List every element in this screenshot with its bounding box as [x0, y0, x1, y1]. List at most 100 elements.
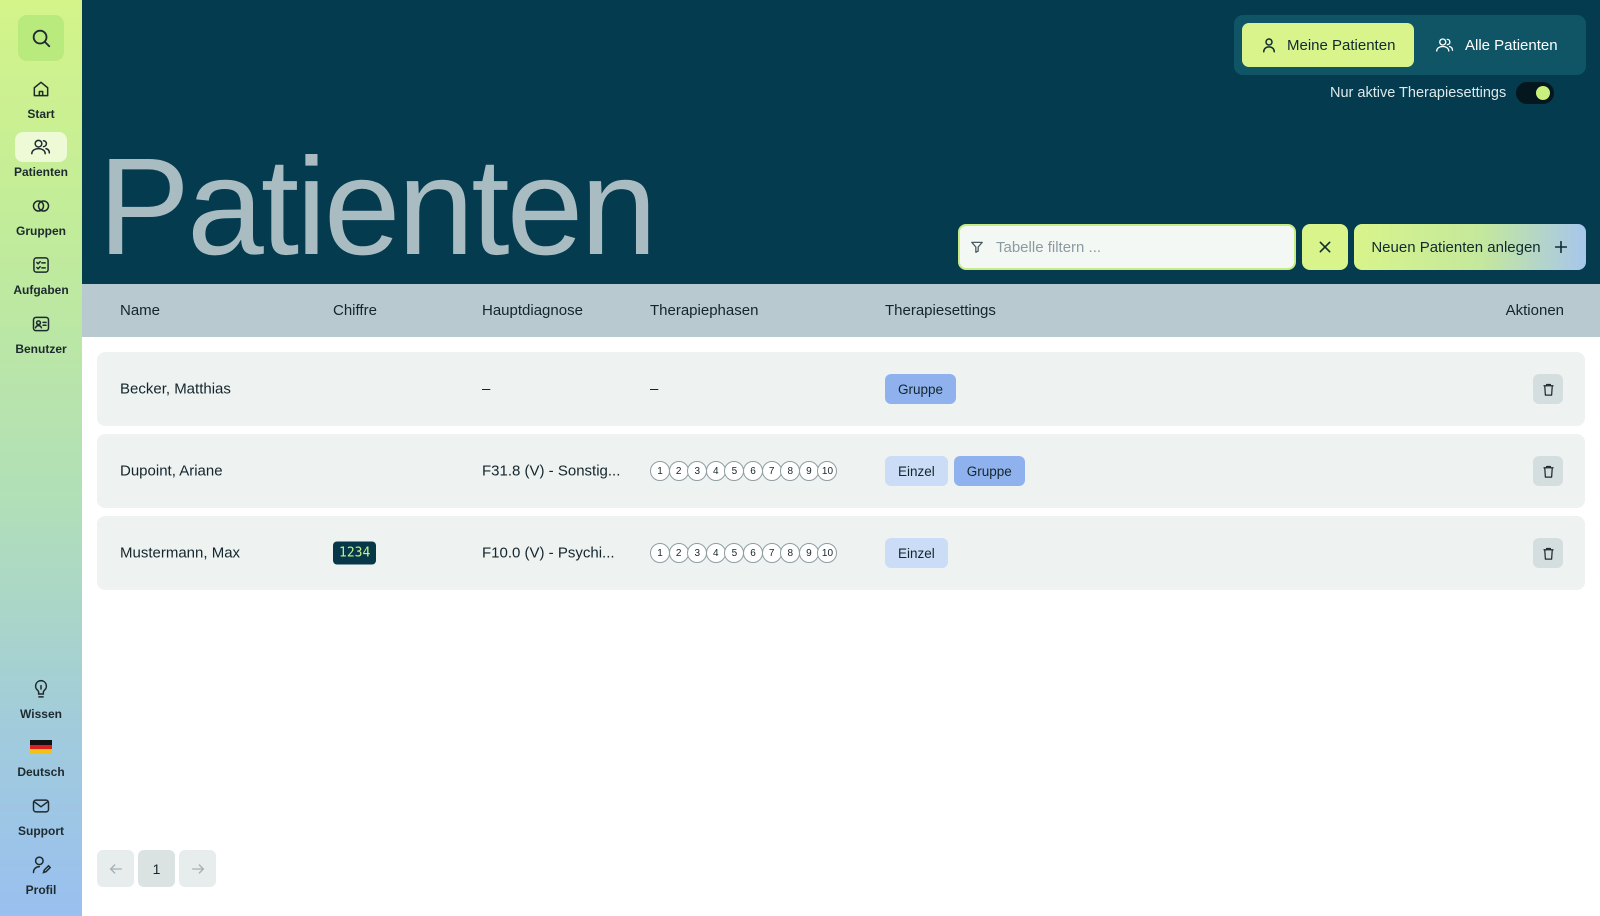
groups-icon	[15, 191, 67, 221]
active-settings-filter: Nur aktive Therapiesettings	[1330, 82, 1555, 104]
phase-badge: 6	[743, 543, 764, 563]
trash-icon	[1543, 383, 1553, 396]
phase-badge: 4	[705, 461, 726, 481]
phase-badge: 3	[687, 543, 708, 563]
search-button[interactable]	[18, 15, 64, 61]
phase-badge: 4	[705, 543, 726, 563]
clear-filter-button[interactable]	[1302, 224, 1348, 270]
column-header-therapiephasen[interactable]: Therapiephasen	[650, 302, 758, 319]
filter-icon	[971, 241, 983, 253]
german-flag-icon	[30, 740, 52, 755]
users-icon	[15, 132, 67, 162]
delete-patient-button[interactable]	[1533, 456, 1563, 486]
language-icon-wrap	[15, 732, 67, 762]
phase-badge: 8	[780, 461, 801, 481]
table-row[interactable]: Dupoint, Ariane F31.8 (V) - Sonstig... 1…	[97, 434, 1585, 508]
current-page-button[interactable]: 1	[138, 850, 175, 887]
sidebar: Start Patienten Gruppen Aufgaben Benutze	[0, 0, 82, 916]
arrow-left-icon	[109, 863, 122, 874]
previous-page-button[interactable]	[97, 850, 134, 887]
sidebar-item-label: Start	[27, 107, 55, 121]
column-header-chiffre[interactable]: Chiffre	[333, 302, 377, 319]
phase-badge: 1	[650, 543, 670, 563]
my-patients-button[interactable]: Meine Patienten	[1242, 23, 1414, 67]
phase-badge: 9	[798, 543, 819, 563]
table-header: Name Chiffre Hauptdiagnose Therapiephase…	[82, 284, 1600, 337]
next-page-button[interactable]	[179, 850, 216, 887]
sidebar-item-label: Patienten	[13, 165, 68, 179]
lightbulb-icon	[15, 674, 67, 704]
sidebar-item-support[interactable]: Support	[0, 791, 82, 838]
sidebar-item-gruppen[interactable]: Gruppen	[0, 191, 82, 238]
patient-diagnosis: F31.8 (V) - Sonstig...	[482, 462, 621, 480]
phase-badge: 5	[724, 461, 745, 481]
delete-patient-button[interactable]	[1533, 374, 1563, 404]
sidebar-item-deutsch[interactable]: Deutsch	[0, 732, 82, 779]
phase-badge: 9	[798, 461, 819, 481]
therapy-settings: Gruppe	[885, 374, 957, 404]
therapy-settings: Einzel	[885, 538, 948, 568]
add-patient-label: Neuen Patienten anlegen	[1371, 238, 1541, 256]
patient-diagnosis: –	[482, 380, 491, 398]
phase-badge: 6	[743, 461, 764, 481]
patient-scope-toggle: Meine Patienten Alle Patienten	[1234, 15, 1586, 75]
sidebar-item-label: Aufgaben	[13, 283, 69, 297]
phase-badge: 3	[687, 461, 708, 481]
phase-badge: 7	[761, 543, 782, 563]
close-icon	[1319, 241, 1331, 253]
sidebar-item-aufgaben[interactable]: Aufgaben	[0, 250, 82, 297]
sidebar-item-profil[interactable]: Profil	[0, 850, 82, 897]
all-patients-label: Alle Patienten	[1465, 36, 1558, 54]
page-title: Patienten	[98, 130, 657, 284]
user-icon	[1263, 38, 1275, 53]
column-header-therapiesettings[interactable]: Therapiesettings	[885, 302, 996, 319]
plus-icon	[1554, 240, 1567, 254]
sidebar-item-benutzer[interactable]: Benutzer	[0, 309, 82, 356]
sidebar-item-start[interactable]: Start	[0, 74, 82, 121]
sidebar-item-wissen[interactable]: Wissen	[0, 674, 82, 721]
therapy-phases: 1 2 3 4 5 6 7 8 9 10	[650, 461, 838, 481]
setting-tag-einzel: Einzel	[885, 538, 948, 568]
column-header-hauptdiagnose[interactable]: Hauptdiagnose	[482, 302, 583, 319]
table-row[interactable]: Mustermann, Max 1234 F10.0 (V) - Psychi.…	[97, 516, 1585, 590]
search-icon	[32, 29, 51, 48]
sidebar-item-label: Benutzer	[15, 342, 67, 356]
therapy-phases: 1 2 3 4 5 6 7 8 9 10	[650, 543, 838, 563]
table-row[interactable]: Becker, Matthias – – Gruppe	[97, 352, 1585, 426]
setting-tag-gruppe: Gruppe	[953, 456, 1025, 486]
tasks-icon	[15, 250, 67, 280]
active-settings-switch[interactable]	[1516, 82, 1555, 104]
user-card-icon	[15, 309, 67, 339]
sidebar-item-label: Wissen	[20, 707, 62, 721]
active-settings-label: Nur aktive Therapiesettings	[1330, 85, 1507, 101]
delete-patient-button[interactable]	[1533, 538, 1563, 568]
add-patient-button[interactable]: Neuen Patienten anlegen	[1354, 224, 1586, 270]
pagination: 1	[97, 850, 216, 887]
users-icon	[1436, 38, 1454, 52]
patient-diagnosis: F10.0 (V) - Psychi...	[482, 544, 615, 562]
patient-chiffre: 1234	[333, 541, 377, 565]
patient-name: Mustermann, Max	[120, 544, 241, 562]
phase-badge: 1	[650, 461, 670, 481]
my-patients-label: Meine Patienten	[1287, 36, 1396, 54]
patient-name: Dupoint, Ariane	[120, 462, 223, 480]
arrow-right-icon	[191, 863, 204, 874]
profile-icon	[15, 850, 67, 880]
column-header-aktionen: Aktionen	[1505, 302, 1564, 319]
therapy-settings: Einzel Gruppe	[885, 456, 1025, 486]
column-header-name[interactable]: Name	[120, 302, 160, 319]
setting-tag-einzel: Einzel	[885, 456, 948, 486]
all-patients-button[interactable]: Alle Patienten	[1430, 23, 1580, 67]
sidebar-item-patienten[interactable]: Patienten	[0, 132, 82, 179]
setting-tag-gruppe: Gruppe	[885, 374, 957, 404]
therapy-phases: –	[650, 380, 659, 398]
trash-icon	[1543, 547, 1553, 560]
trash-icon	[1543, 465, 1553, 478]
app-root: Start Patienten Gruppen Aufgaben Benutze	[0, 0, 1600, 916]
page-header: Patienten Meine Patienten Alle Patienten…	[82, 0, 1600, 284]
table-filter-input[interactable]	[996, 238, 1276, 256]
patient-name: Becker, Matthias	[120, 380, 231, 398]
sidebar-item-label: Support	[18, 824, 64, 838]
sidebar-item-label: Profil	[25, 883, 57, 897]
phase-badge: 5	[724, 543, 745, 563]
